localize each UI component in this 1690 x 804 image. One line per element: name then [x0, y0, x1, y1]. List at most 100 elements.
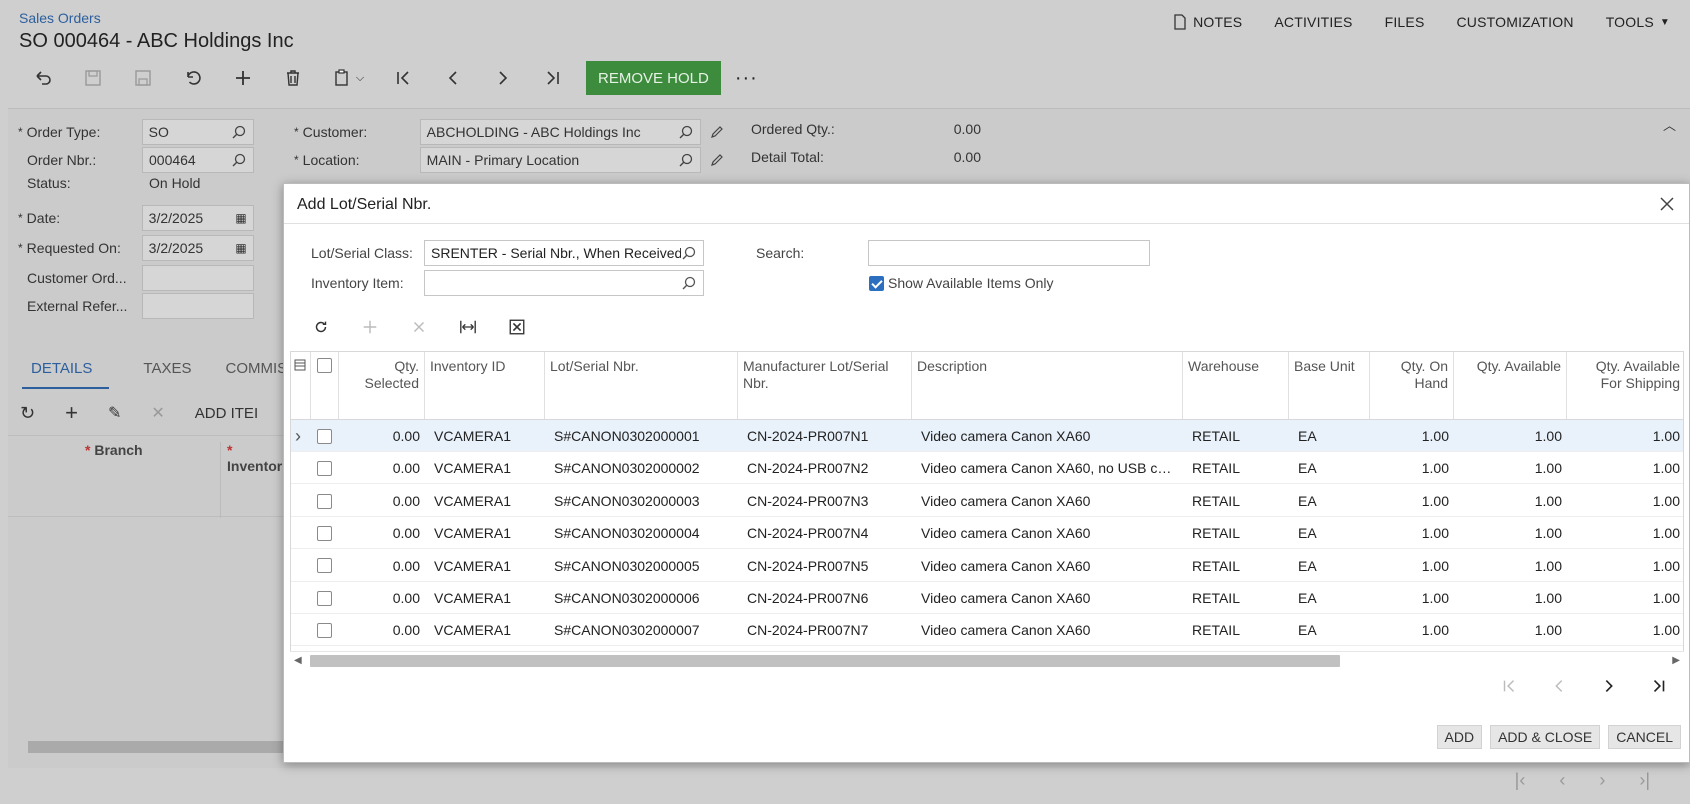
show-available-checkbox-row[interactable]: Show Available Items Only [869, 275, 1054, 291]
cell-mfr-lot-serial[interactable]: CN-2024-PR007N5 [738, 550, 912, 582]
cell-qty-on-hand[interactable]: 1.00 [1370, 420, 1454, 452]
show-available-checkbox[interactable] [869, 275, 884, 291]
cell-warehouse[interactable]: RETAIL [1183, 420, 1289, 452]
scroll-right-icon[interactable]: ▶ [1672, 655, 1680, 666]
cell-qty-on-hand[interactable]: 1.00 [1370, 452, 1454, 484]
next-record-button[interactable] [478, 60, 528, 96]
cell-description[interactable]: Video camera Canon XA60 [912, 550, 1183, 582]
cell-qty-selected[interactable]: 0.00 [339, 582, 425, 614]
cell-base-unit[interactable]: EA [1289, 485, 1370, 517]
cell-qty-available[interactable]: 1.00 [1454, 485, 1567, 517]
save-button[interactable] [118, 60, 168, 96]
cell-mfr-lot-serial[interactable]: CN-2024-PR007N1 [738, 420, 912, 452]
column-description[interactable]: Description [912, 352, 1183, 419]
scrollbar-thumb[interactable] [310, 655, 1340, 667]
location-field[interactable]: MAIN - Primary Location [419, 147, 701, 173]
refresh-icon[interactable]: ↻ [20, 403, 35, 424]
cell-qty-available-shipping[interactable]: 1.00 [1567, 420, 1683, 452]
last-record-button[interactable] [528, 60, 578, 96]
search-icon[interactable] [231, 124, 247, 140]
files-button[interactable]: FILES [1385, 14, 1425, 30]
cell-description[interactable]: Video camera Canon XA60 [912, 582, 1183, 614]
cell-inventory-id[interactable]: VCAMERA1 [425, 517, 545, 549]
calendar-icon[interactable]: ▦ [235, 211, 246, 225]
table-row[interactable]: 0.00 VCAMERA1 S#CANON0302000005 CN-2024-PR0… [291, 550, 1683, 582]
requested-on-field[interactable]: 3/2/2025 ▦ [141, 235, 254, 261]
date-field[interactable]: 3/2/2025 ▦ [141, 205, 254, 231]
cell-base-unit[interactable]: EA [1289, 582, 1370, 614]
export-excel-button[interactable] [492, 312, 541, 342]
cell-qty-on-hand[interactable]: 1.00 [1370, 517, 1454, 549]
cell-qty-selected[interactable]: 0.00 [339, 550, 425, 582]
cell-lot-serial[interactable]: S#CANON0302000001 [545, 420, 738, 452]
cell-warehouse[interactable]: RETAIL [1183, 550, 1289, 582]
search-icon[interactable] [678, 124, 694, 140]
cell-qty-available-shipping[interactable]: 1.00 [1567, 485, 1683, 517]
search-icon[interactable] [231, 152, 247, 168]
next-page-icon[interactable]: › [1599, 770, 1605, 791]
cell-lot-serial[interactable]: S#CANON0302000002 [545, 452, 738, 484]
copy-paste-button[interactable]: ⌵ [318, 60, 378, 96]
close-icon[interactable]: ✕ [151, 403, 164, 423]
cell-qty-on-hand[interactable]: 1.00 [1370, 485, 1454, 517]
cell-base-unit[interactable]: EA [1289, 452, 1370, 484]
page-horizontal-scrollbar[interactable] [8, 738, 283, 756]
close-icon[interactable] [1657, 194, 1677, 214]
cell-qty-selected[interactable]: 0.00 [339, 420, 425, 452]
cell-mfr-lot-serial[interactable]: CN-2024-PR007N7 [738, 614, 912, 646]
column-qty-on-hand[interactable]: Qty. On Hand [1370, 352, 1454, 419]
calendar-icon[interactable]: ▦ [235, 241, 246, 255]
tools-button[interactable]: TOOLS ▼ [1606, 14, 1670, 30]
row-select-cell[interactable] [311, 485, 339, 517]
row-select-cell[interactable] [311, 614, 339, 646]
cell-warehouse[interactable]: RETAIL [1183, 517, 1289, 549]
table-row[interactable]: › 0.00 VCAMERA1 S#CANON0302000001 CN-2024-PR… [291, 420, 1683, 452]
cell-inventory-id[interactable]: VCAMERA1 [425, 452, 545, 484]
table-row[interactable]: 0.00 VCAMERA1 S#CANON0302000002 CN-2024-PR0… [291, 452, 1683, 485]
scroll-left-icon[interactable]: ◀ [294, 655, 302, 666]
notes-button[interactable]: NOTES [1173, 14, 1242, 30]
row-select-checkbox[interactable] [317, 493, 332, 509]
cell-warehouse[interactable]: RETAIL [1183, 614, 1289, 646]
breadcrumb[interactable]: Sales Orders [19, 10, 101, 26]
cell-qty-selected[interactable]: 0.00 [339, 485, 425, 517]
cell-qty-available[interactable]: 1.00 [1454, 614, 1567, 646]
first-record-button[interactable] [378, 60, 428, 96]
row-select-cell[interactable] [311, 452, 339, 484]
cell-qty-on-hand[interactable]: 1.00 [1370, 550, 1454, 582]
cell-base-unit[interactable]: EA [1289, 420, 1370, 452]
prev-record-button[interactable] [428, 60, 478, 96]
cell-lot-serial[interactable]: S#CANON0302000007 [545, 614, 738, 646]
table-row[interactable]: 0.00 VCAMERA1 S#CANON0302000004 CN-2024-PR0… [291, 517, 1683, 550]
cell-qty-available-shipping[interactable]: 1.00 [1567, 614, 1683, 646]
row-select-checkbox[interactable] [317, 525, 332, 541]
cell-mfr-lot-serial[interactable]: CN-2024-PR007N3 [738, 485, 912, 517]
cell-inventory-id[interactable]: VCAMERA1 [425, 550, 545, 582]
first-page-icon[interactable]: |‹ [1515, 770, 1526, 791]
cell-qty-selected[interactable]: 0.00 [339, 614, 425, 646]
edit-pencil-icon[interactable]: ✎ [108, 403, 121, 423]
cell-qty-available-shipping[interactable]: 1.00 [1567, 582, 1683, 614]
next-page-button[interactable] [1597, 674, 1621, 698]
cell-qty-on-hand[interactable]: 1.00 [1370, 582, 1454, 614]
plus-icon[interactable]: + [65, 400, 78, 426]
add-row-button[interactable] [345, 312, 394, 342]
customer-field[interactable]: ABCHOLDING - ABC Holdings Inc [419, 119, 701, 145]
row-select-cell[interactable] [311, 550, 339, 582]
cell-inventory-id[interactable]: VCAMERA1 [425, 614, 545, 646]
cell-qty-available-shipping[interactable]: 1.00 [1567, 452, 1683, 484]
first-page-button[interactable] [1497, 674, 1521, 698]
table-row[interactable]: 0.00 VCAMERA1 S#CANON0302000007 CN-2024-PR0… [291, 614, 1683, 647]
cell-base-unit[interactable]: EA [1289, 550, 1370, 582]
add-button[interactable]: ADD [1436, 725, 1483, 749]
column-lot-serial[interactable]: Lot/Serial Nbr. [545, 352, 738, 419]
cell-description[interactable]: Video camera Canon XA60, no USB cable [912, 452, 1183, 484]
column-base-unit[interactable]: Base Unit [1289, 352, 1370, 419]
column-qty-available[interactable]: Qty. Available [1454, 352, 1567, 419]
cell-description[interactable]: Video camera Canon XA60 [912, 420, 1183, 452]
cell-inventory-id[interactable]: VCAMERA1 [425, 485, 545, 517]
row-select-checkbox[interactable] [317, 590, 332, 606]
cell-qty-available[interactable]: 1.00 [1454, 452, 1567, 484]
cell-qty-available[interactable]: 1.00 [1454, 420, 1567, 452]
fit-columns-button[interactable] [443, 312, 492, 342]
